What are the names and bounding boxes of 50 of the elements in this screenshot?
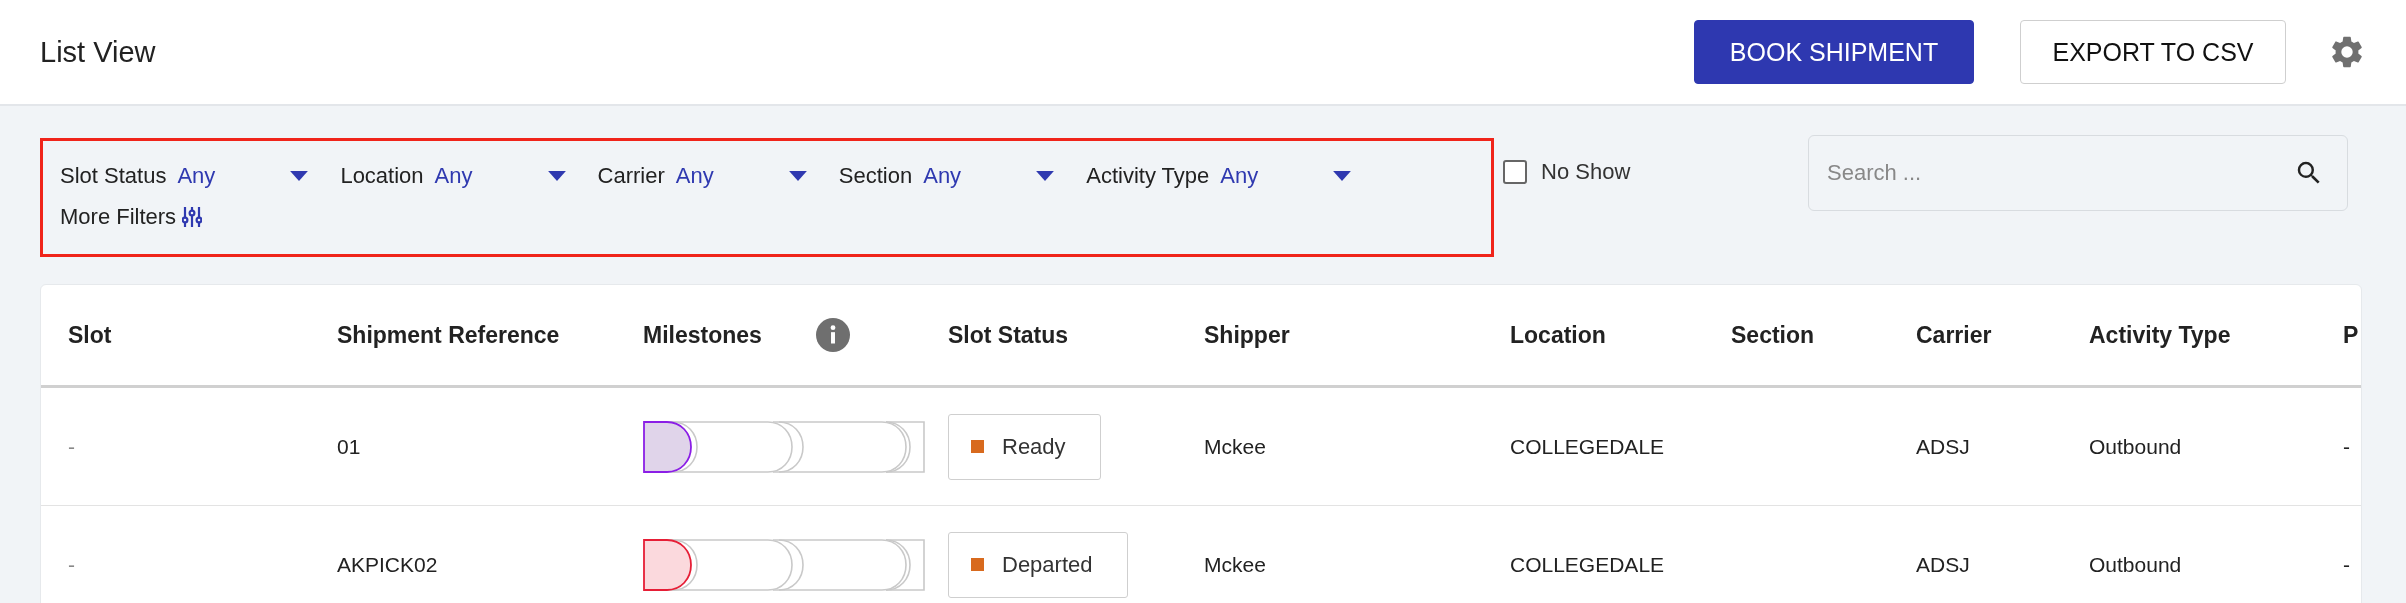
caret-icon — [547, 171, 566, 181]
table-cell: 01 — [337, 434, 361, 459]
table-cell: Outbound — [2089, 434, 2182, 459]
table-cell: - — [2343, 552, 2350, 577]
table-cell: COLLEGEDALE — [1510, 434, 1665, 459]
filter-dropdown[interactable]: Any — [923, 163, 1055, 189]
status-badge: Ready — [948, 413, 1101, 480]
caret-icon — [1333, 171, 1352, 181]
column-header: Milestones — [643, 321, 762, 349]
action-button[interactable]: EXPORT TO CSV — [2020, 20, 2286, 84]
column-header: P — [2343, 321, 2359, 348]
table-cell: Outbound — [2089, 552, 2182, 577]
column-header: Shipment Reference — [337, 321, 560, 348]
table-cell: - — [2343, 434, 2350, 459]
column-header: Shipper — [1204, 321, 1290, 348]
filter-label: Location — [340, 163, 424, 189]
filter-label: Slot Status — [60, 163, 167, 189]
search-field[interactable]: Search ... — [1808, 135, 2348, 211]
table-cell: Mckee — [1204, 552, 1266, 577]
column-header: Slot — [68, 321, 112, 348]
table-cell: COLLEGEDALE — [1510, 552, 1665, 577]
filter-label: Activity Type — [1086, 163, 1210, 189]
action-button[interactable]: BOOK SHIPMENT — [1694, 20, 1974, 84]
caret-icon — [290, 171, 309, 181]
info-icon[interactable] — [815, 318, 850, 352]
table-cell: ADSJ — [1916, 552, 1970, 577]
more-filters-button[interactable]: More Filters — [60, 204, 203, 230]
filter-dropdown[interactable]: Any — [675, 163, 807, 189]
checkbox[interactable] — [1503, 160, 1527, 184]
filter-dropdown[interactable]: Any — [1220, 163, 1352, 189]
sliders-icon — [182, 206, 203, 228]
table-cell: AKPICK02 — [337, 552, 438, 577]
table-cell: - — [68, 434, 75, 459]
column-header: Carrier — [1916, 321, 1992, 348]
table-cell: Mckee — [1204, 434, 1266, 459]
filter-label: Carrier — [597, 163, 665, 189]
caret-icon — [788, 171, 807, 181]
table-cell: ADSJ — [1916, 434, 1970, 459]
column-header: Location — [1510, 321, 1606, 348]
checkbox-label: No Show — [1541, 159, 1631, 185]
column-header: Activity Type — [2089, 321, 2231, 348]
column-header: Section — [1731, 321, 1815, 348]
page-title: List View — [40, 35, 156, 69]
filter-label: Section — [838, 163, 913, 189]
caret-icon — [1036, 171, 1055, 181]
status-badge: Departed — [948, 531, 1128, 598]
table-cell: - — [68, 552, 75, 577]
filter-dropdown[interactable]: Any — [434, 163, 566, 189]
filter-dropdown[interactable]: Any — [177, 163, 309, 189]
column-header: Slot Status — [948, 321, 1069, 348]
